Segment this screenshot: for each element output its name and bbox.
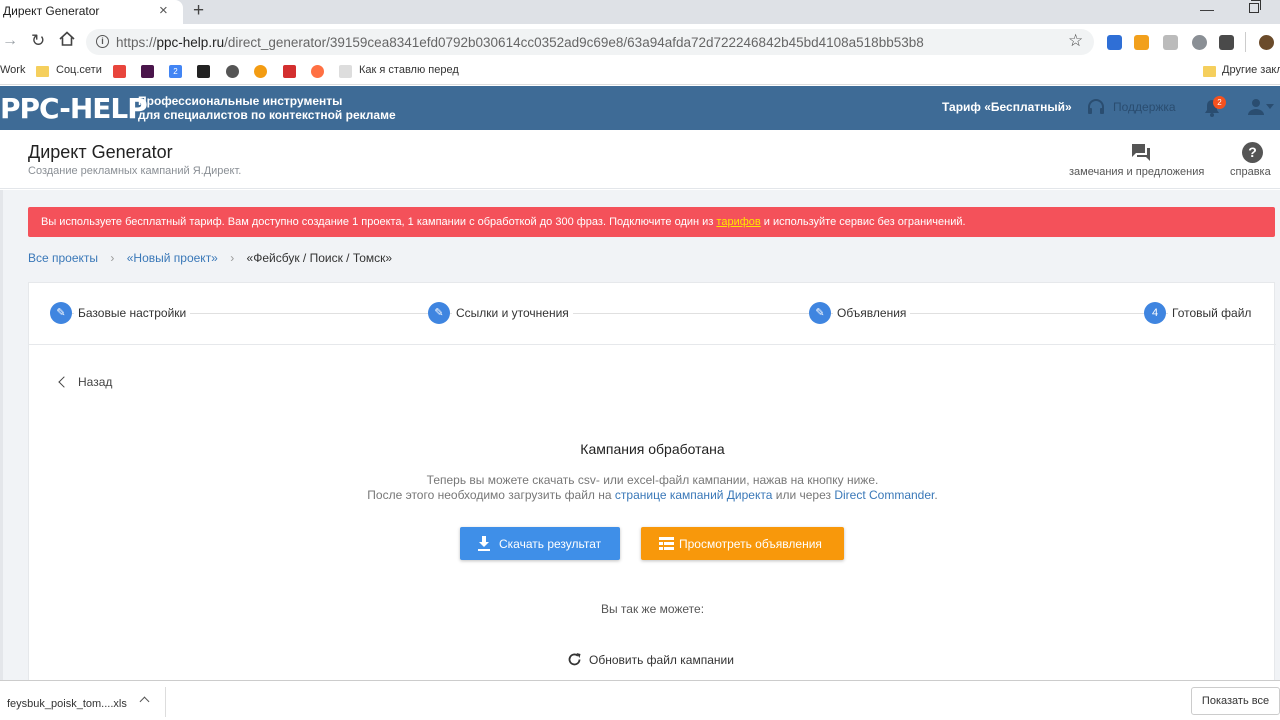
user-menu-caret-icon[interactable]	[1266, 104, 1274, 109]
table-icon	[659, 537, 674, 550]
logo[interactable]: PPC-HELP	[0, 92, 148, 125]
show-all-button[interactable]: Показать все	[1191, 687, 1280, 715]
direct-commander-link[interactable]: Direct Commander	[834, 488, 934, 502]
step-1-edit-icon[interactable]: ✎	[50, 302, 72, 324]
page-header: Директ Generator Создание рекламных камп…	[0, 130, 1280, 189]
chevron-right-icon: ›	[110, 251, 115, 265]
tab-title: Директ Generator	[3, 4, 100, 18]
view-button-label: Просмотреть объявления	[679, 537, 822, 551]
bookmark-page-icon[interactable]	[339, 65, 352, 78]
notification-badge: 2	[1213, 96, 1226, 109]
chevron-left-icon[interactable]	[58, 376, 70, 388]
home-icon[interactable]	[58, 30, 76, 48]
feedback-link[interactable]: замечания и предложения	[1069, 166, 1204, 178]
new-tab-icon[interactable]: +	[193, 1, 204, 21]
slack-icon[interactable]	[141, 65, 154, 78]
chevron-up-icon[interactable]	[139, 696, 150, 707]
bookmark-other[interactable]: Другие закл	[1222, 64, 1280, 76]
calendar-icon[interactable]: 2	[169, 65, 182, 78]
help-link[interactable]: справка	[1230, 166, 1271, 178]
tariff-link[interactable]: Тариф «Бесплатный»	[942, 100, 1072, 114]
downloads-divider	[165, 687, 166, 717]
reload-icon[interactable]: ↻	[31, 31, 45, 51]
address-bar[interactable]: i https://ppc-help.ru/direct_generator/3…	[86, 29, 1094, 55]
bookmarks-bar: Work Соц.сети 2 Как я ставлю перед Други…	[0, 60, 1280, 85]
refresh-icon[interactable]	[567, 652, 582, 667]
url-text[interactable]: https://ppc-help.ru/direct_generator/391…	[116, 35, 924, 50]
tab-close-icon[interactable]: ×	[159, 3, 168, 19]
orange-bird-icon[interactable]	[311, 65, 324, 78]
support-link[interactable]: Поддержка	[1113, 100, 1176, 114]
stepper: ✎ Базовые настройки ✎ Ссылки и уточнения…	[29, 283, 1276, 345]
browser-toolbar: → ↻ i https://ppc-help.ru/direct_generat…	[0, 24, 1280, 60]
direct-campaigns-link[interactable]: странице кампаний Директа	[615, 488, 773, 502]
view-ads-button[interactable]: Просмотреть объявления	[641, 527, 844, 560]
user-icon[interactable]	[1246, 97, 1266, 117]
result-description: Теперь вы можете скачать csv- или excel-…	[367, 473, 938, 502]
result-title: Кампания обработана	[580, 441, 725, 457]
app-header: PPC-HELP Профессиональные инструменты дл…	[0, 86, 1280, 130]
step-4-number[interactable]: 4	[1144, 302, 1166, 324]
step-2-edit-icon[interactable]: ✎	[428, 302, 450, 324]
headset-icon[interactable]	[1086, 97, 1106, 117]
stepper-line	[61, 313, 1241, 314]
also-label: Вы так же можете:	[600, 602, 705, 616]
download-result-button[interactable]: Скачать результат	[460, 527, 620, 560]
breadcrumb: Все проекты › «Новый проект» › «Фейсбук …	[28, 251, 392, 265]
downloads-bar: feysbuk_poisk_tom....xls Показать все	[0, 680, 1280, 720]
browser-tabstrip: Директ Generator × + —	[0, 0, 1280, 24]
step-4-label[interactable]: Готовый файл	[1168, 306, 1256, 320]
profile-avatar-icon[interactable]	[1259, 35, 1274, 50]
page-subtitle: Создание рекламных кампаний Я.Директ.	[28, 165, 242, 177]
breadcrumb-current: «Фейсбук / Поиск / Томск»	[246, 251, 393, 265]
folder-icon	[36, 66, 49, 77]
page-title: Директ Generator	[28, 142, 173, 162]
bookmark-r-icon[interactable]	[197, 65, 210, 78]
extension-gray-icon[interactable]	[1163, 35, 1178, 50]
orange-wheel-icon[interactable]	[254, 65, 267, 78]
bookmark-howto[interactable]: Как я ставлю перед	[359, 64, 459, 76]
film-reel-icon[interactable]	[226, 65, 239, 78]
bookmark-social[interactable]: Соц.сети	[56, 64, 102, 76]
back-link[interactable]: Назад	[78, 375, 112, 389]
browser-tab[interactable]: Директ Generator ×	[0, 0, 183, 24]
help-icon[interactable]: ?	[1242, 142, 1263, 163]
download-button-label: Скачать результат	[499, 537, 602, 551]
extension-icon[interactable]	[1107, 35, 1122, 50]
window-restore-icon[interactable]	[1249, 0, 1261, 13]
free-tariff-alert: Вы используете бесплатный тариф. Вам дос…	[28, 207, 1275, 237]
site-info-icon[interactable]: i	[96, 35, 109, 48]
other-bookmarks-folder-icon	[1203, 66, 1216, 77]
gmail-icon[interactable]	[113, 65, 126, 78]
step-3-label[interactable]: Объявления	[833, 306, 911, 320]
result-card: ✎ Базовые настройки ✎ Ссылки и уточнения…	[28, 282, 1276, 682]
tariffs-link[interactable]: тарифов	[716, 216, 760, 228]
window-minimize-icon[interactable]: —	[1200, 1, 1214, 17]
breadcrumb-all-projects[interactable]: Все проекты	[28, 251, 98, 265]
red-star-icon[interactable]	[283, 65, 296, 78]
step-3-edit-icon[interactable]: ✎	[809, 302, 831, 324]
forward-icon[interactable]: →	[2, 32, 18, 50]
breadcrumb-new-project[interactable]: «Новый проект»	[127, 251, 218, 265]
download-icon	[478, 536, 490, 551]
bookmark-star-icon[interactable]: ☆	[1068, 31, 1083, 51]
bookmark-work[interactable]: Work	[0, 64, 25, 76]
page-edge	[0, 190, 3, 680]
refresh-campaign-link[interactable]: Обновить файл кампании	[589, 653, 734, 667]
extension-chart-icon[interactable]	[1134, 35, 1149, 50]
extension-round-icon[interactable]	[1192, 35, 1207, 50]
step-1-label[interactable]: Базовые настройки	[74, 306, 191, 320]
download-file-item[interactable]: feysbuk_poisk_tom....xls	[7, 698, 127, 710]
step-2-label[interactable]: Ссылки и уточнения	[452, 306, 573, 320]
toolbar-divider	[1245, 32, 1246, 52]
extension-dark-icon[interactable]	[1219, 35, 1234, 50]
tagline: Профессиональные инструменты для специал…	[138, 94, 396, 122]
feedback-chat-icon[interactable]	[1131, 143, 1151, 163]
chevron-right-icon: ›	[230, 251, 235, 265]
